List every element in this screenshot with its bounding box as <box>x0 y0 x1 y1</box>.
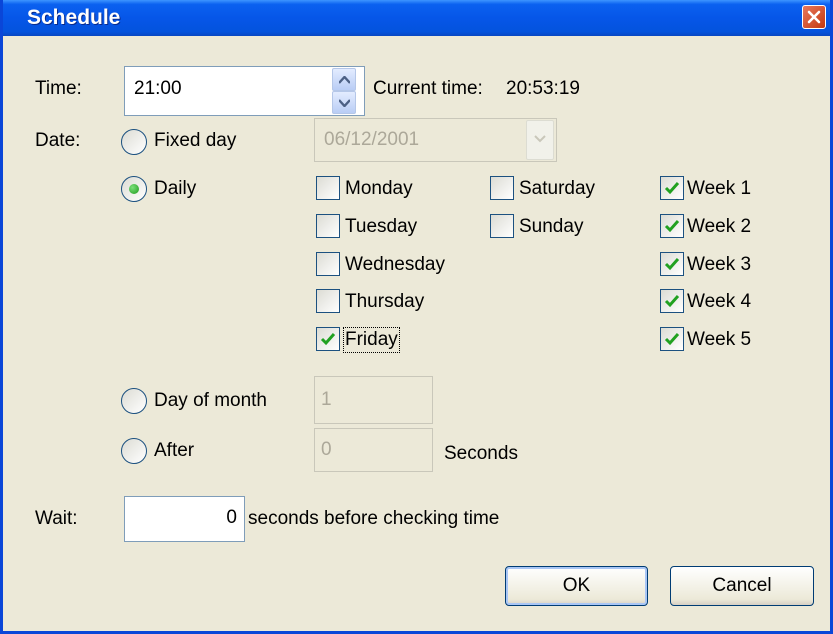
arrow-down-icon <box>339 99 350 107</box>
checkmark-icon <box>664 333 680 346</box>
checkbox-label-thursday[interactable]: Thursday <box>345 291 424 313</box>
title-bar[interactable]: Schedule <box>3 0 830 36</box>
checkbox-week-4[interactable] <box>660 289 684 314</box>
time-up-button[interactable] <box>332 68 356 91</box>
fixed-day-radio[interactable] <box>121 129 147 155</box>
checkbox-label-week-5[interactable]: Week 5 <box>687 329 751 351</box>
checkbox-label-wednesday[interactable]: Wednesday <box>345 254 445 276</box>
checkbox-label-tuesday[interactable]: Tuesday <box>345 216 417 238</box>
checkmark-icon <box>320 333 336 346</box>
time-label: Time: <box>35 78 82 99</box>
current-time-label: Current time: <box>373 78 483 99</box>
checkbox-wednesday[interactable] <box>316 252 340 276</box>
daily-label[interactable]: Daily <box>154 178 196 200</box>
after-radio[interactable] <box>121 438 147 464</box>
day-of-month-label[interactable]: Day of month <box>154 390 267 412</box>
date-label: Date: <box>35 130 81 151</box>
fixed-day-label[interactable]: Fixed day <box>154 130 236 152</box>
checkbox-label-week-4[interactable]: Week 4 <box>687 291 751 313</box>
checkbox-label-week-3[interactable]: Week 3 <box>687 254 751 276</box>
checkbox-label-friday[interactable]: Friday <box>343 327 400 353</box>
checkbox-monday[interactable] <box>316 176 340 200</box>
checkbox-saturday[interactable] <box>490 176 514 200</box>
checkmark-icon <box>664 257 680 270</box>
time-down-button[interactable] <box>332 91 356 114</box>
checkmark-icon <box>664 295 680 308</box>
after-label[interactable]: After <box>154 440 194 462</box>
checkbox-thursday[interactable] <box>316 289 340 313</box>
checkbox-tuesday[interactable] <box>316 214 340 238</box>
checkbox-label-week-2[interactable]: Week 2 <box>687 216 751 238</box>
wait-label: Wait: <box>35 508 78 529</box>
current-time-value: 20:53:19 <box>506 78 580 99</box>
ok-button[interactable]: OK <box>505 566 648 606</box>
checkmark-icon <box>664 219 680 232</box>
date-dropdown-button[interactable] <box>526 120 554 160</box>
time-input[interactable]: 21:00 <box>124 66 365 116</box>
after-seconds-input[interactable]: 0 <box>314 428 433 472</box>
arrow-up-icon <box>339 76 350 84</box>
wait-seconds-input[interactable]: 0 <box>124 496 245 542</box>
day-of-month-input[interactable]: 1 <box>314 376 433 424</box>
after-seconds-unit: Seconds <box>444 443 518 464</box>
checkbox-week-1[interactable] <box>660 176 684 200</box>
schedule-dialog: Schedule Time: 21:00 Current time: 20:53… <box>0 0 833 634</box>
checkbox-friday[interactable] <box>316 327 340 351</box>
checkbox-label-saturday[interactable]: Saturday <box>519 178 595 200</box>
daily-radio[interactable] <box>121 176 147 202</box>
day-of-month-radio[interactable] <box>121 388 147 414</box>
checkbox-label-sunday[interactable]: Sunday <box>519 216 583 238</box>
wait-suffix: seconds before checking time <box>248 508 500 529</box>
window-title: Schedule <box>27 6 121 29</box>
checkmark-icon <box>664 182 680 195</box>
chevron-down-icon <box>534 135 546 143</box>
close-icon <box>807 10 821 24</box>
checkbox-label-week-1[interactable]: Week 1 <box>687 178 751 200</box>
time-spinner <box>332 67 356 115</box>
cancel-button[interactable]: Cancel <box>670 566 814 606</box>
checkbox-week-3[interactable] <box>660 251 684 276</box>
checkbox-week-2[interactable] <box>660 213 684 238</box>
fixed-day-date-picker[interactable]: 06/12/2001 <box>314 118 557 162</box>
checkbox-week-5[interactable] <box>660 327 684 351</box>
checkbox-label-monday[interactable]: Monday <box>345 178 413 200</box>
close-button[interactable] <box>802 5 826 29</box>
checkbox-sunday[interactable] <box>490 214 514 238</box>
